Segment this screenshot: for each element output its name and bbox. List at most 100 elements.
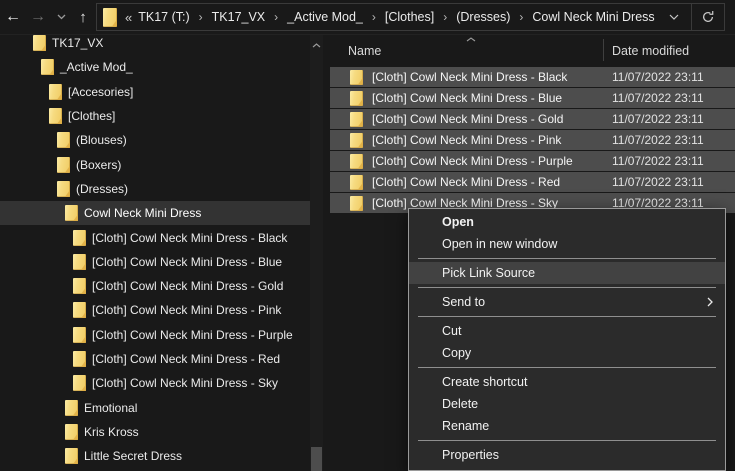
recent-locations-button[interactable] [53, 4, 69, 30]
breadcrumb-item[interactable]: TK17 (T:) [136, 10, 191, 24]
tree-item-label: Emotional [84, 400, 138, 415]
column-divider[interactable] [603, 39, 604, 61]
tree-item[interactable]: (Blouses) [0, 128, 310, 152]
breadcrumb-item[interactable]: (Dresses) [454, 10, 512, 24]
file-row[interactable]: [Cloth] Cowl Neck Mini Dress - Black 11/0… [330, 67, 735, 87]
file-name: [Cloth] Cowl Neck Mini Dress - Black [372, 70, 568, 84]
menu-item-copy[interactable]: Copy [409, 342, 725, 364]
file-date-modified: 11/07/2022 23:11 [612, 133, 704, 147]
menu-item-open-in-new-window[interactable]: Open in new window [409, 233, 725, 255]
back-button[interactable]: ← [2, 4, 24, 30]
file-date-modified: 11/07/2022 23:11 [612, 112, 704, 126]
chevron-down-icon [669, 14, 679, 20]
tree-item-label: (Boxers) [76, 157, 122, 172]
folder-icon [41, 59, 54, 76]
breadcrumb-item[interactable]: _Active Mod_ [285, 10, 365, 24]
tree-item[interactable]: Little Secret Dress [0, 444, 310, 468]
folder-icon [350, 174, 363, 190]
file-name: [Cloth] Cowl Neck Mini Dress - Purple [372, 154, 573, 168]
tree-item[interactable]: (Dresses) [0, 177, 310, 201]
menu-separator [418, 316, 716, 317]
tree-item[interactable]: [Cloth] Cowl Neck Mini Dress - Red [0, 347, 310, 371]
tree-item-label: [Cloth] Cowl Neck Mini Dress - Gold [92, 279, 284, 294]
address-history-button[interactable] [657, 4, 691, 30]
menu-item-delete[interactable]: Delete [409, 393, 725, 415]
tree-item-label: [Clothes] [68, 109, 116, 124]
file-row[interactable]: [Cloth] Cowl Neck Mini Dress - Pink 11/07… [330, 130, 735, 150]
tree-item[interactable]: Emotional [0, 395, 310, 419]
menu-item-rename[interactable]: Rename [409, 415, 725, 437]
tree-item-label: Cowl Neck Mini Dress [84, 206, 202, 221]
refresh-button[interactable] [691, 4, 724, 30]
menu-separator [418, 440, 716, 441]
file-explorer-window: ← → ↑ « TK17 (T:) › TK17_VX › _Active Mod_ › [… [0, 0, 735, 471]
tree-item[interactable]: (Boxers) [0, 152, 310, 176]
menu-item-send-to[interactable]: Send to [409, 291, 725, 313]
tree-item-label: (Blouses) [76, 133, 127, 148]
scroll-up-button[interactable] [310, 39, 323, 51]
tree-item[interactable]: [Clothes] [0, 104, 310, 128]
up-button[interactable]: ↑ [72, 4, 94, 30]
folder-icon [73, 326, 86, 343]
tree-item[interactable]: _Active Mod_ [0, 55, 310, 79]
menu-item-properties[interactable]: Properties [409, 444, 725, 466]
file-name: [Cloth] Cowl Neck Mini Dress - Red [372, 175, 561, 189]
folder-icon [73, 375, 86, 392]
tree-item[interactable]: [Cloth] Cowl Neck Mini Dress - Black [0, 225, 310, 249]
file-name: [Cloth] Cowl Neck Mini Dress - Pink [372, 133, 562, 147]
file-row[interactable]: [Cloth] Cowl Neck Mini Dress - Gold 11/07… [330, 109, 735, 129]
folder-tree: TK17_VX _Active Mod_ [Accesories] [Clothes]… [0, 35, 330, 468]
tree-item[interactable]: [Cloth] Cowl Neck Mini Dress - Blue [0, 250, 310, 274]
tree-scrollbar[interactable] [310, 35, 323, 471]
breadcrumb-item[interactable]: [Clothes] [383, 10, 436, 24]
tree-item-label: TK17_VX [52, 36, 104, 51]
tree-item-label: [Cloth] Cowl Neck Mini Dress - Purple [92, 327, 293, 342]
tree-item[interactable]: [Cloth] Cowl Neck Mini Dress - Purple [0, 323, 310, 347]
column-header-name[interactable]: Name [348, 44, 381, 58]
file-date-modified: 11/07/2022 23:11 [612, 175, 704, 189]
menu-item-pick-link-source[interactable]: Pick Link Source [409, 262, 725, 284]
navigation-pane: TK17_VX _Active Mod_ [Accesories] [Clothes]… [0, 35, 330, 471]
sort-ascending-icon [466, 37, 476, 42]
folder-icon [73, 351, 86, 367]
menu-item-cut[interactable]: Cut [409, 320, 725, 342]
tree-item[interactable]: [Cloth] Cowl Neck Mini Dress - Pink [0, 298, 310, 322]
chevron-up-icon [312, 42, 321, 47]
file-date-modified: 11/07/2022 23:11 [612, 91, 704, 105]
folder-icon [57, 132, 70, 149]
folder-icon [350, 111, 363, 127]
address-bar[interactable]: « TK17 (T:) › TK17_VX › _Active Mod_ › [Clothe… [96, 3, 725, 31]
back-arrow-icon: ← [5, 8, 21, 25]
breadcrumb-item[interactable]: Cowl Neck Mini Dress [530, 10, 656, 24]
tree-item-label: (Dresses) [76, 181, 129, 196]
breadcrumb-separator-icon: › [519, 10, 524, 24]
menu-item-create-shortcut[interactable]: Create shortcut [409, 371, 725, 393]
tree-item[interactable]: Kris Kross [0, 420, 310, 444]
forward-button[interactable]: → [27, 4, 49, 30]
folder-icon [57, 156, 70, 173]
chevron-down-icon [57, 14, 65, 20]
folder-icon [73, 302, 86, 319]
tree-item[interactable]: Cowl Neck Mini Dress [0, 201, 310, 226]
tree-item[interactable]: TK17_VX [0, 35, 310, 55]
tree-item-label: _Active Mod_ [60, 60, 133, 75]
tree-item[interactable]: [Cloth] Cowl Neck Mini Dress - Gold [0, 274, 310, 298]
menu-item-open[interactable]: Open [409, 211, 725, 233]
scrollbar-thumb[interactable] [311, 447, 322, 471]
tree-item[interactable]: [Accesories] [0, 80, 310, 104]
column-header-date-modified[interactable]: Date modified [612, 44, 689, 58]
folder-icon [65, 423, 78, 440]
file-row[interactable]: [Cloth] Cowl Neck Mini Dress - Purple 11/… [330, 151, 735, 171]
file-date-modified: 11/07/2022 23:11 [612, 154, 704, 168]
tree-item-label: Little Secret Dress [84, 449, 183, 464]
breadcrumb-overflow-icon[interactable]: « [125, 10, 132, 25]
folder-icon [350, 69, 363, 85]
breadcrumb-item[interactable]: TK17_VX [210, 10, 268, 24]
file-row[interactable]: [Cloth] Cowl Neck Mini Dress - Blue 11/07… [330, 88, 735, 108]
folder-icon [65, 448, 78, 465]
folder-icon [49, 108, 62, 125]
tree-item[interactable]: [Cloth] Cowl Neck Mini Dress - Sky [0, 371, 310, 395]
file-row[interactable]: [Cloth] Cowl Neck Mini Dress - Red 11/07/… [330, 172, 735, 192]
breadcrumb-separator-icon: › [274, 10, 279, 24]
menu-separator [418, 258, 716, 259]
